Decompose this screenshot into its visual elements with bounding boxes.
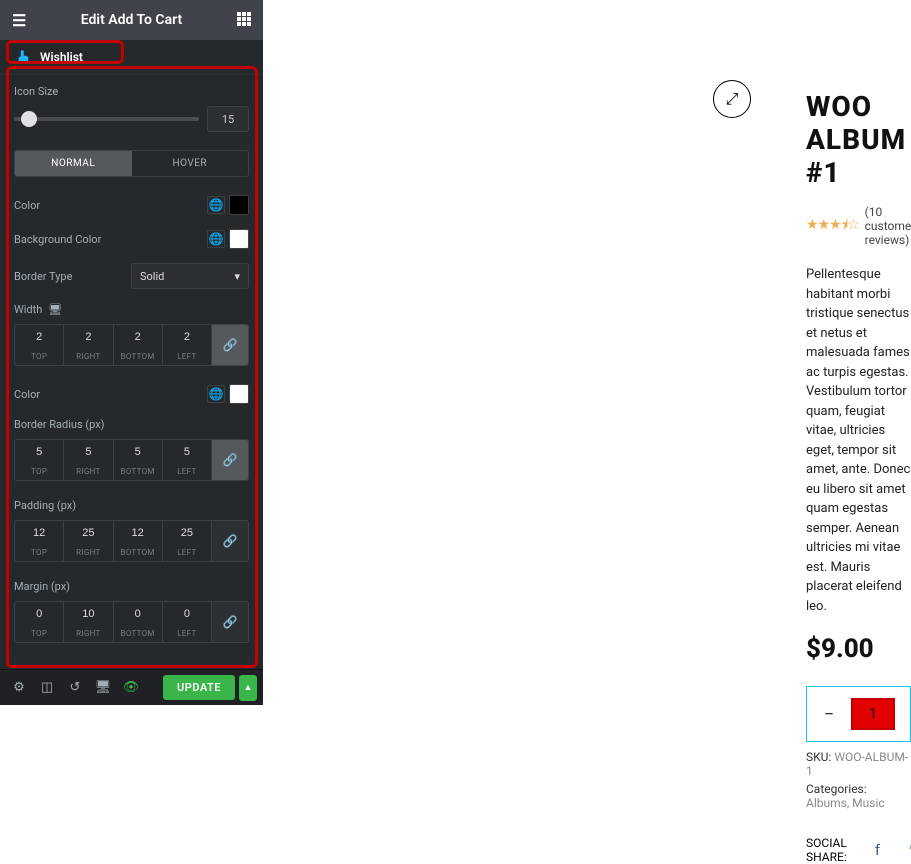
social-share-label: SOCIAL SHARE: — [806, 836, 847, 864]
link-values-icon[interactable]: 🔗 — [212, 602, 248, 642]
link-values-icon[interactable]: 🔗 — [212, 440, 248, 480]
link-values-icon[interactable]: 🔗 — [212, 325, 248, 365]
bg-color-label: Background Color — [14, 233, 101, 246]
tab-hover[interactable]: HOVER — [132, 151, 249, 176]
margin-left[interactable] — [163, 602, 211, 626]
sidebar-footer: ⚙ ◫ ↺ 🖥 👁 UPDATE ▲ — [0, 669, 263, 705]
section-label: Wishlist — [40, 50, 83, 64]
sku-label: SKU: — [806, 750, 831, 764]
border-type-label: Border Type — [14, 270, 72, 283]
categories-label: Categories: — [806, 782, 867, 796]
margin-right[interactable] — [64, 602, 112, 626]
controls-panel: Icon Size 15 NORMAL HOVER Color 🌐 Backgr… — [0, 75, 263, 669]
width-top[interactable] — [15, 325, 63, 349]
facebook-icon[interactable]: f — [875, 841, 880, 859]
width-left[interactable] — [163, 325, 211, 349]
padding-left[interactable] — [163, 521, 211, 545]
sidebar-title: Edit Add To Cart — [81, 12, 182, 28]
state-tabs: NORMAL HOVER — [14, 150, 249, 177]
sidebar-header: ☰ Edit Add To Cart — [0, 0, 263, 40]
apps-icon[interactable] — [237, 11, 251, 30]
margin-bottom[interactable] — [114, 602, 162, 626]
margin-label: Margin (px) — [14, 580, 249, 593]
color-swatch[interactable] — [229, 195, 249, 215]
desktop-icon[interactable]: 🖥 — [48, 303, 62, 316]
qty-decrease-button[interactable]: − — [817, 704, 841, 725]
editor-sidebar: ☰ Edit Add To Cart Wishlist Icon Size 15… — [0, 0, 263, 705]
icon-size-slider[interactable] — [14, 117, 199, 121]
category-link[interactable]: Albums — [806, 796, 847, 810]
section-toggle-wishlist[interactable]: Wishlist — [0, 40, 263, 75]
padding-right[interactable] — [64, 521, 112, 545]
product-price: $9.00 — [806, 634, 911, 664]
radius-left[interactable] — [163, 440, 211, 464]
product-description: Pellentesque habitant morbi tristique se… — [806, 265, 911, 616]
preview-icon[interactable]: 👁 — [118, 675, 144, 701]
menu-icon[interactable]: ☰ — [12, 11, 26, 30]
margin-top[interactable] — [15, 602, 63, 626]
width-bottom[interactable] — [114, 325, 162, 349]
product-title: WOO ALBUM #1 — [806, 90, 911, 189]
padding-label: Padding (px) — [14, 499, 249, 512]
chevron-down-icon: ▾ — [234, 270, 240, 283]
padding-top[interactable] — [15, 521, 63, 545]
border-color-swatch[interactable] — [229, 384, 249, 404]
preview-canvas: ⤢ WOO ALBUM #1 ★★★⯨☆ (10 customer review… — [263, 0, 911, 705]
bg-color-swatch[interactable] — [229, 229, 249, 249]
qty-increase-button[interactable]: + — [905, 704, 911, 725]
width-label: Width — [14, 303, 42, 316]
padding-bottom[interactable] — [114, 521, 162, 545]
link-values-icon[interactable]: 🔗 — [212, 521, 248, 561]
globe-icon[interactable]: 🌐 — [207, 230, 225, 248]
padding-inputs: TOP RIGHT BOTTOM LEFT 🔗 — [14, 520, 249, 562]
update-button[interactable]: UPDATE — [163, 675, 235, 700]
border-radius-inputs: TOP RIGHT BOTTOM LEFT 🔗 — [14, 439, 249, 481]
category-link[interactable]: Music — [852, 796, 884, 810]
border-color-label: Color — [14, 388, 40, 401]
icon-size-value[interactable]: 15 — [207, 106, 249, 132]
pointer-hand-icon — [14, 48, 32, 66]
rating-row: ★★★⯨☆ (10 customer reviews) — [806, 205, 911, 247]
globe-icon[interactable]: 🌐 — [207, 385, 225, 403]
radius-right[interactable] — [64, 440, 112, 464]
star-rating-icon: ★★★⯨☆ — [806, 214, 859, 238]
navigator-icon[interactable]: ◫ — [34, 675, 60, 701]
settings-icon[interactable]: ⚙ — [6, 675, 32, 701]
radius-top[interactable] — [15, 440, 63, 464]
globe-icon[interactable]: 🌐 — [207, 196, 225, 214]
border-type-select[interactable]: Solid▾ — [131, 263, 249, 289]
add-to-cart-row: − 1 + ADD TO CART ♡ — [806, 686, 911, 742]
width-inputs: TOP RIGHT BOTTOM LEFT 🔗 — [14, 324, 249, 366]
width-right[interactable] — [64, 325, 112, 349]
reviews-link[interactable]: (10 customer reviews) — [865, 205, 911, 247]
icon-size-label: Icon Size — [14, 85, 249, 98]
radius-bottom[interactable] — [114, 440, 162, 464]
qty-input[interactable]: 1 — [851, 698, 895, 730]
history-icon[interactable]: ↺ — [62, 675, 88, 701]
margin-inputs: TOP RIGHT BOTTOM LEFT 🔗 — [14, 601, 249, 643]
color-label: Color — [14, 199, 40, 212]
border-radius-label: Border Radius (px) — [14, 418, 249, 431]
update-options-icon[interactable]: ▲ — [239, 675, 257, 701]
tab-normal[interactable]: NORMAL — [15, 151, 132, 176]
expand-image-icon[interactable]: ⤢ — [713, 80, 751, 118]
responsive-icon[interactable]: 🖥 — [90, 675, 116, 701]
